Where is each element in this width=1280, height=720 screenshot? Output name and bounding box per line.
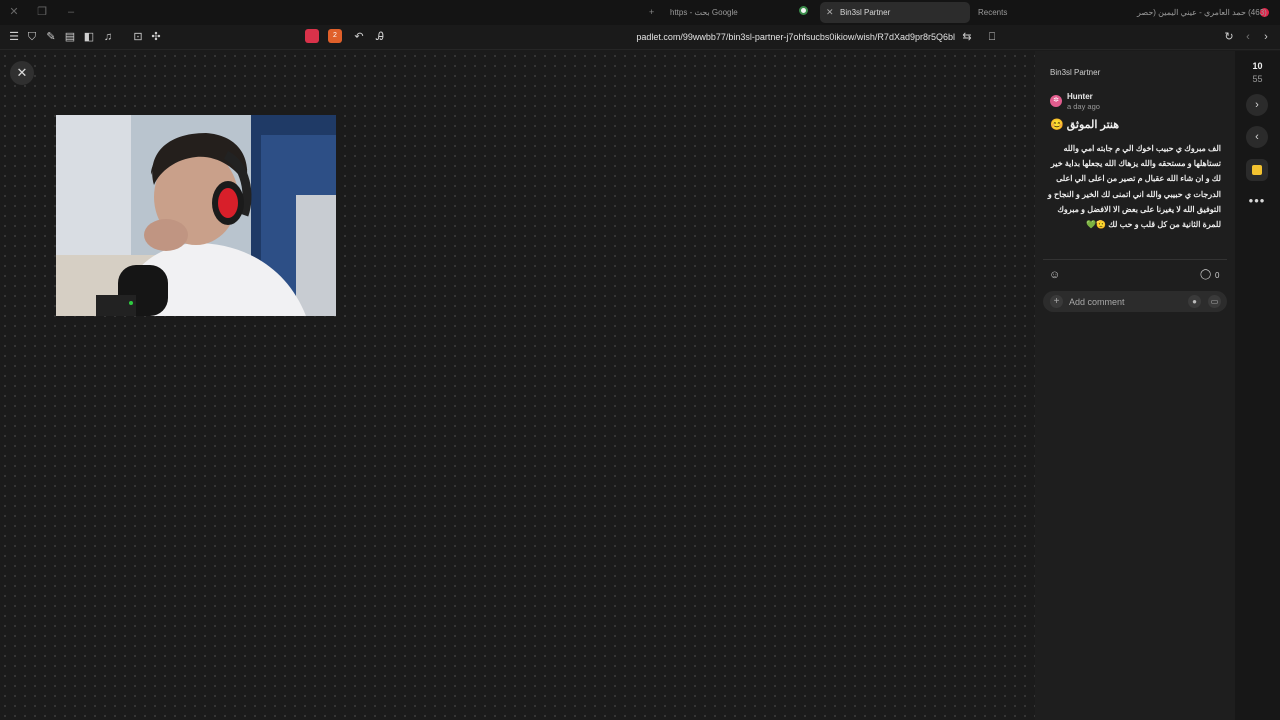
tab-manager-icon[interactable]: ▤ [63,30,77,44]
post-position-total: 55 [1252,74,1263,84]
close-post-button[interactable]: ✕ [10,61,34,85]
bookmark-icon[interactable]: ⎕ [985,30,999,44]
new-tab-plus-icon[interactable]: + [649,2,654,23]
tab-label: https - بحث Google [670,8,738,17]
comment-input[interactable] [1069,295,1179,308]
post-author[interactable]: Hunter [1067,92,1093,101]
video-record-icon[interactable]: ▭ [1208,295,1221,308]
browser-toolbar: ☰ ⛉ ✎ ▤ ◧ ♫ ⊡ ✣ 2 ↶ Ꭿ padlet.com/99wwbb7… [0,25,1280,50]
window-close-icon[interactable]: ✕ [7,5,21,19]
note-color-button[interactable] [1246,159,1268,181]
tab-label: Bin3sl Partner [840,8,891,17]
pin-icon[interactable]: ✎ [44,30,58,44]
shield-icon[interactable]: ⛉ [25,30,39,44]
board-name[interactable]: Bin3sl Partner [1050,68,1100,77]
attach-plus-icon[interactable]: + [1050,295,1063,308]
next-post-button[interactable]: › [1246,94,1268,116]
forward-icon[interactable]: › [1259,30,1273,44]
post-timestamp: a day ago [1067,102,1100,111]
post-image[interactable] [56,115,336,316]
post-detail-panel: Bin3sl Partner ✲ Hunter a day ago هنتر ا… [1035,51,1235,720]
tab-youtube[interactable]: (463) حمد العامري - عيني اليمين (حصر [1115,2,1275,23]
brave-shield-icon[interactable]: 2 [328,29,342,43]
post-body: الف مبروك ي حبيب اخوك الي م جابته امي وا… [1047,144,1221,230]
address-bar[interactable]: padlet.com/99wwbb77/bin3sl-partner-j7ohf… [560,29,955,46]
google-icon [799,6,808,15]
right-rail: 10 55 › ‹ ••• [1235,51,1280,720]
undo-icon[interactable]: ↶ [352,30,366,44]
board-canvas: ✕ [0,51,1035,720]
tab-close-icon[interactable]: ✕ [826,2,834,23]
comment-count: 0 [1215,271,1220,280]
screenshot-icon[interactable]: ⊡ [131,30,145,44]
translate-icon[interactable]: Ꭿ [373,30,387,44]
add-reaction-icon[interactable]: ☺ [1049,268,1063,282]
music-icon[interactable]: ♫ [101,30,115,44]
back-icon[interactable]: ‹ [1241,30,1255,44]
browser-tab-strip: ✕ ❐ – (463) حمد العامري - عيني اليمين (ح… [0,0,1280,25]
window-minimize-icon[interactable]: – [64,5,78,19]
comment-composer[interactable]: + ● ▭ [1043,291,1227,312]
site-settings-icon[interactable]: ⇆ [960,30,974,44]
previous-post-button[interactable]: ‹ [1246,126,1268,148]
avatar[interactable]: ✲ [1050,95,1062,107]
post-position-current: 10 [1252,61,1263,71]
post-title: هنتر الموثق 😊 [1050,119,1120,131]
more-options-icon[interactable]: ••• [1246,193,1268,209]
divider [1043,259,1227,260]
comment-icon[interactable]: ◯ [1200,269,1212,281]
microphone-icon[interactable]: ● [1188,295,1201,308]
extensions-icon[interactable]: ✣ [149,30,163,44]
tab-google-search[interactable]: + https - بحث Google [645,2,795,23]
reload-icon[interactable]: ↻ [1222,30,1236,44]
note-color-icon [1252,165,1262,175]
tab-label: Recents [978,8,1008,17]
tab-recents[interactable]: Recents [975,2,1075,23]
tab-bin3sl-partner[interactable]: ✕ Bin3sl Partner [820,2,970,23]
menu-icon[interactable]: ☰ [7,30,21,44]
extension-badge-icon[interactable] [305,29,319,43]
window-restore-icon[interactable]: ❐ [35,5,49,19]
sidebar-icon[interactable]: ◧ [82,30,96,44]
tab-label: (463) حمد العامري - عيني اليمين (حصر [1137,8,1267,17]
video-thumbnail [56,115,336,316]
